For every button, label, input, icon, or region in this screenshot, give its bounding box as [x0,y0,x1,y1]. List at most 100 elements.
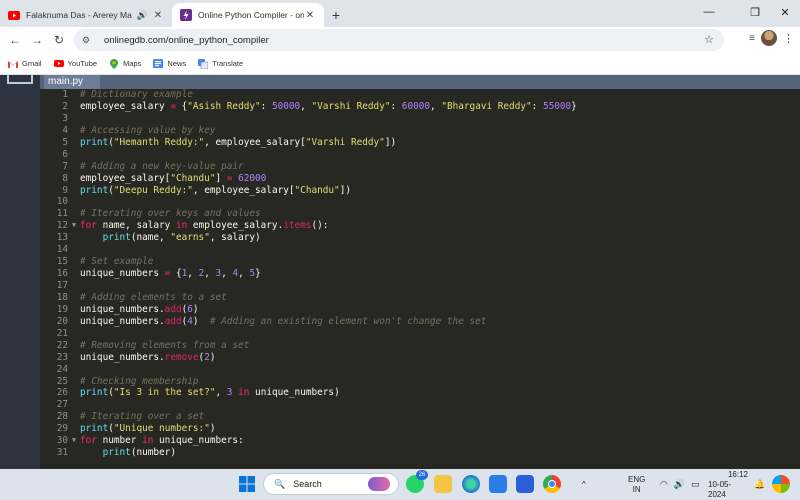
address-bar[interactable]: ⚙ onlinegdb.com/online_python_compiler ☆ [74,29,724,51]
code-line[interactable]: 28 # Iterating over a set [40,411,800,423]
code-line[interactable]: 20 unique_numbers.add(4) # Adding an exi… [40,316,800,328]
fold-gutter [68,101,80,113]
code-line[interactable]: 1 # Dictionary example [40,89,800,101]
bookmark-news[interactable]: News [153,59,186,69]
store-icon[interactable] [516,475,534,493]
bookmark-maps[interactable]: Maps [109,58,141,69]
code-line[interactable]: 13 print(name, "earns", salary) [40,232,800,244]
avatar[interactable] [761,30,777,46]
code-line[interactable]: 3 [40,113,800,125]
code-line[interactable]: 6 [40,149,800,161]
notification-bell-icon[interactable]: 🔔 [754,469,765,500]
code-line[interactable]: 29 print("Unique numbers:") [40,423,800,435]
gmail-icon [8,59,18,69]
code-line[interactable]: 4 # Accessing value by key [40,125,800,137]
code-line[interactable]: 17 [40,280,800,292]
line-number: 12 [56,220,68,232]
bookmark-youtube[interactable]: YouTube [53,59,97,69]
tab-youtube[interactable]: Falaknuma Das - Arerey Ma 🔊 ✕ [0,3,172,27]
code-line[interactable]: 2 employee_salary = {"Asish Reddy": 5000… [40,101,800,113]
fold-gutter [68,185,80,197]
clock[interactable]: 16:12 10-05-2024 [708,469,748,500]
sidebar-toggle-icon[interactable] [7,75,33,84]
line-number: 30 [56,435,68,447]
code-line[interactable]: 30 ▼ for number in unique_numbers: [40,435,800,447]
taskbar-search[interactable]: 🔍 Search [263,473,399,495]
code-line[interactable]: 25 # Checking membership [40,376,800,388]
fold-gutter [68,149,80,161]
language-indicator[interactable]: ENG IN [628,469,645,500]
speaker-icon[interactable]: 🔊 [137,10,148,21]
line-number: 6 [62,148,68,160]
fold-gutter [68,340,80,352]
code-line[interactable]: 5 print("Hemanth Reddy:", employee_salar… [40,137,800,149]
fold-arrow-icon[interactable]: ▼ [68,220,80,232]
code-text: # Checking membership [80,375,199,387]
close-window-icon[interactable]: ✕ [770,4,800,20]
code-text: print("Deepu Reddy:", employee_salary["C… [80,184,351,196]
forward-icon[interactable]: → [26,29,48,51]
bookmark-translate[interactable]: Translate [198,58,243,69]
chrome-icon[interactable] [543,475,561,493]
code-text: print("Hemanth Reddy:", employee_salary[… [80,136,397,148]
code-line[interactable]: 24 [40,364,800,376]
code-text: unique_numbers.add(6) [80,303,199,315]
code-line[interactable]: 23 unique_numbers.remove(2) [40,352,800,364]
reading-list-icon[interactable]: ≡ [749,33,755,44]
code-line[interactable]: 11 # Iterating over keys and values [40,208,800,220]
code-line[interactable]: 26 print("Is 3 in the set?", 3 in unique… [40,387,800,399]
code-line[interactable]: 10 [40,196,800,208]
code-line[interactable]: 22 # Removing elements from a set [40,340,800,352]
code-line[interactable]: 7 # Adding a new key-value pair [40,161,800,173]
edge-icon[interactable] [462,475,480,493]
code-line[interactable]: 19 unique_numbers.add(6) [40,304,800,316]
notification-badge: 26 [416,470,428,480]
code-text: # Accessing value by key [80,124,216,136]
tab-onlinegdb[interactable]: Online Python Compiler - onlin ✕ [172,3,324,27]
fold-gutter [68,268,80,280]
code-line[interactable]: 12 ▼ for name, salary in employee_salary.i… [40,220,800,232]
wifi-icon[interactable]: ◠ [660,479,668,490]
file-explorer-icon[interactable] [434,475,452,493]
code-editor[interactable]: 1 # Dictionary example 2 employee_salary … [40,89,800,469]
code-line[interactable]: 27 [40,399,800,411]
line-number: 11 [56,208,68,220]
back-icon[interactable]: ← [4,29,26,51]
tray-overflow-icon[interactable]: ^ [582,469,586,500]
photos-icon[interactable] [489,475,507,493]
left-sidebar [0,75,40,469]
fold-gutter [68,304,80,316]
restore-icon[interactable]: ❐ [740,4,770,20]
code-line[interactable]: 9 print("Deepu Reddy:", employee_salary[… [40,185,800,197]
menu-icon[interactable]: ⋮ [783,32,794,45]
close-icon[interactable]: ✕ [304,10,316,21]
tab-title: Online Python Compiler - onlin [198,10,304,20]
whatsapp-icon[interactable]: 26 [406,470,428,493]
code-line[interactable]: 15 # Set example [40,256,800,268]
close-icon[interactable]: ✕ [152,10,164,21]
code-line[interactable]: 8 employee_salary["Chandu"] = 62000 [40,173,800,185]
windows-start-icon[interactable] [238,475,256,493]
copilot-icon[interactable] [772,475,790,493]
new-tab-button[interactable]: + [324,3,348,27]
code-line[interactable]: 18 # Adding elements to a set [40,292,800,304]
bookmark-gmail[interactable]: Gmail [8,59,42,69]
line-number: 13 [56,232,68,244]
line-number: 18 [56,291,68,303]
volume-icon[interactable]: 🔊 [674,479,685,490]
site-info-icon[interactable]: ⚙ [82,35,96,46]
fold-arrow-icon[interactable]: ▼ [68,435,80,447]
map-pin-icon [109,58,119,69]
bookmark-star-icon[interactable]: ☆ [704,33,714,46]
code-line[interactable]: 14 [40,244,800,256]
code-text: # Iterating over a set [80,411,205,423]
line-number: 8 [62,172,68,184]
code-line[interactable]: 21 [40,328,800,340]
battery-icon[interactable]: ▭ [691,479,700,490]
code-line[interactable]: 31 print(number) [40,447,800,459]
file-tab-main[interactable]: main.py [44,75,100,89]
reload-icon[interactable]: ↻ [48,29,70,51]
code-line[interactable]: 16 unique_numbers = {1, 2, 3, 4, 5} [40,268,800,280]
fold-gutter [68,232,80,244]
minimize-icon[interactable]: — [694,4,724,20]
